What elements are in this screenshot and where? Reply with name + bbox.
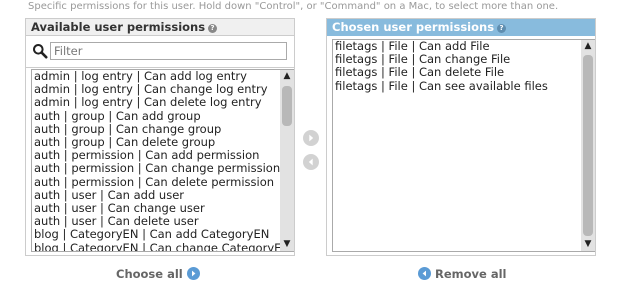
chosen-permissions-list[interactable]: filetags | File | Can add File filetags |… xyxy=(332,39,595,252)
chosen-title-text: Chosen user permissions xyxy=(332,20,495,34)
chosen-permissions-title: Chosen user permissions? xyxy=(327,19,595,36)
permission-option[interactable]: auth | permission | Can change permissio… xyxy=(34,162,280,175)
permission-option[interactable]: admin | log entry | Can delete log entry xyxy=(34,96,280,109)
remove-all-link[interactable]: Remove all xyxy=(418,266,506,282)
choose-all-link[interactable]: Choose all xyxy=(116,266,200,282)
filter-input[interactable] xyxy=(50,42,287,60)
remove-selected-button[interactable] xyxy=(303,154,319,170)
arrow-left-circle-icon xyxy=(418,267,431,280)
permission-option[interactable]: filetags | File | Can see available file… xyxy=(335,79,581,93)
permission-option[interactable]: filetags | File | Can delete File xyxy=(335,66,581,79)
available-permissions-title: Available user permissions? xyxy=(26,19,294,36)
chosen-permissions-box: Chosen user permissions? filetags | File… xyxy=(326,18,596,256)
remove-all-label: Remove all xyxy=(435,267,507,281)
chosen-options: filetags | File | Can add File filetags |… xyxy=(333,40,581,251)
permission-option[interactable]: auth | permission | Can delete permissio… xyxy=(34,175,280,189)
add-selected-button[interactable] xyxy=(303,130,319,146)
arrow-right-circle-icon xyxy=(186,267,200,280)
scroll-up-arrow[interactable]: ▲ xyxy=(581,40,595,53)
available-permissions-list[interactable]: admin | log entry | Can add log entry adm… xyxy=(31,69,294,252)
permission-option[interactable]: blog | CategoryEN | Can add CategoryEN xyxy=(34,228,280,241)
permission-option[interactable]: blog | CategoryEN | Can change CategoryE… xyxy=(34,241,280,251)
available-permissions-box: Available user permissions? admin | log … xyxy=(25,18,295,256)
choose-all-label: Choose all xyxy=(116,267,183,281)
search-icon xyxy=(33,44,48,59)
scroll-up-arrow[interactable]: ▲ xyxy=(280,70,294,83)
permission-option[interactable]: auth | group | Can add group xyxy=(34,109,280,123)
scroll-down-arrow[interactable]: ▼ xyxy=(280,238,294,251)
scroll-down-arrow[interactable]: ▼ xyxy=(581,238,595,251)
available-options: admin | log entry | Can add log entry adm… xyxy=(32,70,280,251)
chosen-scrollbar[interactable]: ▲ ▼ xyxy=(581,40,595,251)
arrow-left-circle-icon xyxy=(303,154,319,170)
help-icon[interactable]: ? xyxy=(497,24,507,33)
scrollbar-thumb[interactable] xyxy=(282,86,292,126)
filter-row xyxy=(26,36,294,68)
help-text: Specific permissions for this user. Hold… xyxy=(28,1,559,12)
available-scrollbar[interactable]: ▲ ▼ xyxy=(280,70,294,251)
scrollbar-thumb[interactable] xyxy=(583,55,593,236)
available-title-text: Available user permissions xyxy=(31,20,206,34)
arrow-right-circle-icon xyxy=(303,130,319,146)
help-icon[interactable]: ? xyxy=(208,24,218,33)
